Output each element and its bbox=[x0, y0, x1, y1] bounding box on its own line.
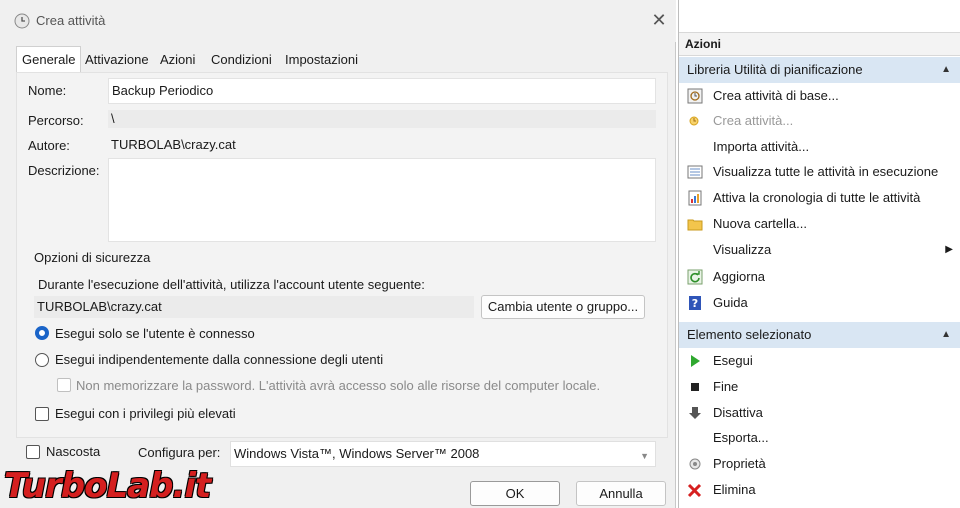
selected-section-header[interactable]: Elemento selezionato ▲ bbox=[679, 322, 960, 348]
submenu-arrow-icon: ▶ bbox=[945, 244, 953, 255]
account-value: TURBOLAB\crazy.cat bbox=[34, 296, 474, 318]
action-delete[interactable]: Elimina bbox=[679, 477, 960, 503]
radio-logged-on[interactable] bbox=[35, 326, 49, 340]
action-enable-history[interactable]: Attiva la cronologia di tutte le attivit… bbox=[679, 185, 960, 211]
change-user-button[interactable]: Cambia utente o gruppo... bbox=[481, 295, 645, 319]
wizard-icon bbox=[687, 88, 703, 104]
action-view[interactable]: Visualizza ▶ bbox=[679, 237, 960, 263]
radio-logged-on-label: Esegui solo se l'utente è connesso bbox=[55, 326, 255, 341]
running-tasks-icon bbox=[687, 165, 703, 179]
tab-settings[interactable]: Impostazioni bbox=[280, 48, 363, 72]
properties-icon bbox=[689, 458, 701, 470]
action-create-task[interactable]: Crea attività... bbox=[679, 108, 960, 134]
create-task-dialog: Crea attività ✕ Generale Attivazione Azi… bbox=[0, 0, 676, 508]
tab-general[interactable]: Generale bbox=[16, 46, 82, 72]
no-store-password-label: Non memorizzare la password. L'attività … bbox=[76, 378, 601, 393]
ok-button[interactable]: OK bbox=[470, 481, 560, 506]
collapse-up-icon[interactable]: ▲ bbox=[941, 57, 951, 83]
tab-actions[interactable]: Azioni bbox=[155, 48, 200, 72]
actions-top-strip bbox=[679, 0, 960, 22]
description-label: Descrizione: bbox=[28, 163, 100, 178]
collapse-up-icon[interactable]: ▲ bbox=[941, 322, 951, 348]
no-store-password-checkbox[interactable] bbox=[57, 378, 71, 392]
action-refresh[interactable]: Aggiorna bbox=[679, 264, 960, 290]
history-icon bbox=[688, 190, 702, 206]
radio-any-user[interactable] bbox=[35, 353, 49, 367]
hidden-label: Nascosta bbox=[46, 444, 101, 459]
configure-label: Configura per: bbox=[138, 445, 221, 460]
account-prompt: Durante l'esecuzione dell'attività, util… bbox=[38, 277, 425, 292]
configure-select[interactable]: Windows Vista™, Windows Server™ 2008 ▼ bbox=[230, 441, 656, 467]
library-section-header[interactable]: Libreria Utilità di pianificazione ▲ bbox=[679, 57, 960, 83]
author-label: Autore: bbox=[28, 138, 70, 153]
delete-icon bbox=[687, 483, 702, 498]
action-end[interactable]: Fine bbox=[679, 374, 960, 400]
path-label: Percorso: bbox=[28, 113, 84, 128]
hidden-checkbox[interactable] bbox=[26, 445, 40, 459]
action-new-folder[interactable]: Nuova cartella... bbox=[679, 211, 960, 237]
library-section-title: Libreria Utilità di pianificazione bbox=[687, 62, 863, 77]
close-icon[interactable]: ✕ bbox=[650, 11, 668, 29]
highest-privileges-label: Esegui con i privilegi più elevati bbox=[55, 406, 236, 421]
path-value: \ bbox=[108, 110, 656, 128]
radio-any-user-label: Esegui indipendentemente dalla connessio… bbox=[55, 352, 384, 367]
configure-select-value: Windows Vista™, Windows Server™ 2008 bbox=[234, 446, 480, 461]
action-basic-task[interactable]: Crea attività di base... bbox=[679, 83, 960, 109]
create-task-icon bbox=[689, 116, 699, 126]
stop-icon bbox=[691, 383, 699, 391]
author-value: TURBOLAB\crazy.cat bbox=[111, 137, 236, 152]
action-help[interactable]: ? Guida bbox=[679, 290, 960, 316]
help-icon: ? bbox=[689, 296, 701, 310]
action-disable[interactable]: Disattiva bbox=[679, 400, 960, 426]
refresh-icon bbox=[687, 269, 703, 285]
title-bar: Crea attività ✕ bbox=[0, 0, 676, 42]
actions-header: Azioni bbox=[679, 32, 960, 56]
svg-text:?: ? bbox=[692, 297, 698, 310]
name-label: Nome: bbox=[28, 83, 67, 98]
run-icon bbox=[691, 355, 700, 367]
description-input[interactable] bbox=[108, 158, 656, 242]
tab-conditions[interactable]: Condizioni bbox=[206, 48, 277, 72]
action-export[interactable]: Esporta... bbox=[679, 425, 960, 451]
clock-icon bbox=[14, 13, 30, 29]
action-properties[interactable]: Proprietà bbox=[679, 451, 960, 477]
action-run[interactable]: Esegui bbox=[679, 348, 960, 374]
folder-icon bbox=[687, 219, 703, 231]
turbolab-watermark: TurboLab.it bbox=[4, 466, 211, 506]
dialog-title: Crea attività bbox=[36, 13, 106, 28]
disable-icon bbox=[689, 407, 701, 419]
chevron-down-icon: ▼ bbox=[640, 451, 649, 461]
action-import-task[interactable]: Importa attività... bbox=[679, 134, 960, 160]
actions-pane: Azioni Libreria Utilità di pianificazion… bbox=[678, 0, 960, 508]
name-input[interactable]: Backup Periodico bbox=[108, 78, 656, 104]
tab-triggers[interactable]: Attivazione bbox=[80, 48, 154, 72]
security-group-title: Opzioni di sicurezza bbox=[34, 250, 151, 265]
selected-section-title: Elemento selezionato bbox=[687, 327, 812, 342]
highest-privileges-checkbox[interactable] bbox=[35, 407, 49, 421]
cancel-button[interactable]: Annulla bbox=[576, 481, 666, 506]
action-view-running[interactable]: Visualizza tutte le attività in esecuzio… bbox=[679, 159, 960, 185]
